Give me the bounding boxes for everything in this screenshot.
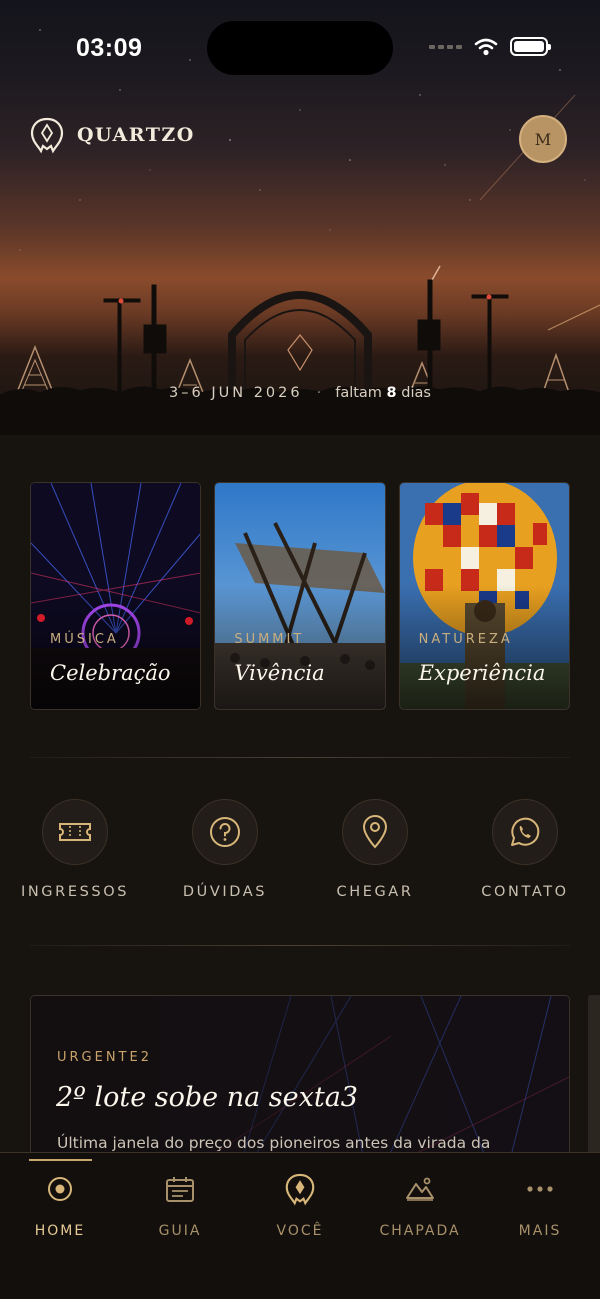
category-card-natureza[interactable]: NATUREZA Experiência xyxy=(398,482,570,710)
card-kicker: NATUREZA xyxy=(418,632,513,647)
question-icon xyxy=(210,817,240,847)
action-duvidas[interactable]: DÚVIDAS xyxy=(150,799,300,900)
card-title: Experiência xyxy=(418,661,546,685)
action-circle[interactable] xyxy=(42,799,108,865)
action-circle[interactable] xyxy=(492,799,558,865)
card-kicker: SUMMIT xyxy=(234,632,305,647)
countdown-prefix: faltam xyxy=(335,385,382,401)
more-icon xyxy=(527,1186,553,1192)
category-card-summit[interactable]: SUMMIT Vivência xyxy=(214,482,386,710)
tab-label: CHAPADA xyxy=(379,1223,461,1239)
tab-label: GUIA xyxy=(158,1223,202,1239)
status-bar: 03:09 xyxy=(0,0,600,95)
whatsapp-icon xyxy=(511,817,540,846)
card-kicker: MÚSICA xyxy=(50,632,119,647)
brand-name: QUARTZO xyxy=(77,124,195,146)
tab-home[interactable]: HOME xyxy=(0,1153,120,1239)
location-pin-icon xyxy=(362,815,388,849)
scrollbar[interactable] xyxy=(588,995,600,1155)
quartzo-logo-icon xyxy=(30,117,64,154)
tab-chapada[interactable]: CHAPADA xyxy=(360,1153,480,1239)
tab-voce[interactable]: VOCÊ xyxy=(240,1153,360,1239)
brand-logo[interactable]: QUARTZO xyxy=(30,116,195,154)
battery-icon xyxy=(510,37,551,56)
countdown-days: 8 xyxy=(386,385,397,401)
mountain-icon xyxy=(406,1177,434,1201)
action-ingressos[interactable]: INGRESSOS xyxy=(0,799,150,900)
news-body: Última janela do preço dos pioneiros ant… xyxy=(57,1134,491,1152)
action-label: CHEGAR xyxy=(336,884,414,900)
cellular-signal-icon xyxy=(429,44,462,49)
quick-actions: INGRESSOS DÚVIDAS CHEGAR CONTATO xyxy=(0,799,600,909)
tab-label: HOME xyxy=(34,1223,86,1239)
ticket-icon xyxy=(59,823,91,841)
card-title: Vivência xyxy=(234,661,325,685)
divider xyxy=(30,945,570,946)
news-kicker: URGENTE2 xyxy=(57,1050,152,1065)
news-headline: 2º lote sobe na sexta3 xyxy=(56,1082,358,1113)
action-circle[interactable] xyxy=(342,799,408,865)
action-chegar[interactable]: CHEGAR xyxy=(300,799,450,900)
action-circle[interactable] xyxy=(192,799,258,865)
wifi-icon xyxy=(474,38,498,55)
action-label: CONTATO xyxy=(481,884,569,900)
dynamic-island xyxy=(207,21,393,75)
card-title: Celebração xyxy=(50,661,171,685)
divider xyxy=(30,757,570,758)
tab-label: MAIS xyxy=(518,1223,562,1239)
action-label: DÚVIDAS xyxy=(182,884,268,900)
tab-guia[interactable]: GUIA xyxy=(120,1153,240,1239)
active-tab-indicator xyxy=(29,1159,92,1161)
tab-mais[interactable]: MAIS xyxy=(480,1153,600,1239)
countdown: faltam 8 dias xyxy=(335,385,431,401)
tab-bar: HOME GUIA VOCÊ CHAPADA MAIS xyxy=(0,1152,600,1299)
action-label: INGRESSOS xyxy=(20,884,130,900)
dates-separator: · xyxy=(316,385,322,401)
tab-label: VOCÊ xyxy=(276,1223,324,1239)
countdown-suffix: dias xyxy=(401,385,431,401)
quartzo-logo-icon xyxy=(285,1173,315,1206)
action-contato[interactable]: CONTATO xyxy=(450,799,600,900)
calendar-icon xyxy=(166,1177,194,1202)
category-card-musica[interactable]: MÚSICA Celebração xyxy=(30,482,202,710)
event-dates: 3–6 JUN 2026 · faltam 8 dias xyxy=(0,385,600,401)
user-avatar[interactable]: M xyxy=(519,115,567,163)
festival-stage-silhouette xyxy=(0,279,600,435)
status-icons xyxy=(429,37,551,56)
category-cards: MÚSICA Celebração SUMMIT Vivência NATURE… xyxy=(30,482,570,710)
date-range: 3–6 JUN 2026 xyxy=(169,385,303,401)
status-time: 03:09 xyxy=(76,34,143,62)
home-dot-icon xyxy=(48,1177,72,1201)
